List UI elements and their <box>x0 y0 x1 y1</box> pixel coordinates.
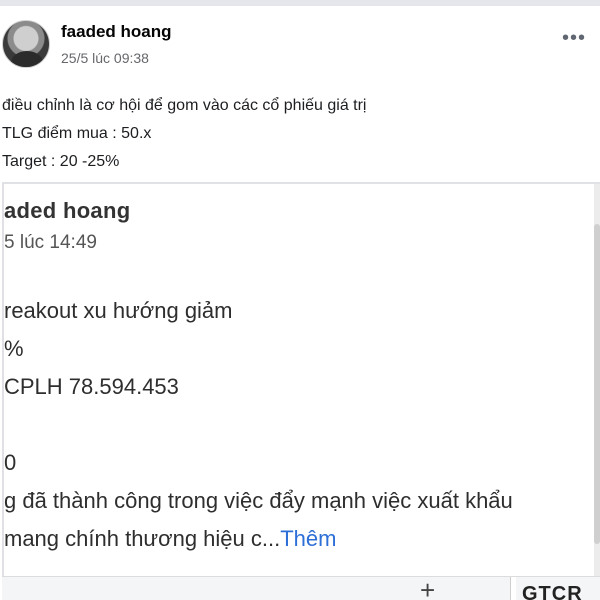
shared-post-line: % <box>4 336 24 361</box>
shared-post-timestamp[interactable]: 5 lúc 14:49 <box>4 232 97 254</box>
shared-post-card[interactable]: aded hoang 5 lúc 14:49 reakout xu hướng … <box>2 182 600 600</box>
plus-icon[interactable]: + <box>420 577 435 600</box>
shared-post-body: reakout xu hướng giảm % CPLH 78.594.453 … <box>4 290 600 558</box>
see-more-link[interactable]: Thêm <box>280 526 336 551</box>
post-header: faaded hoang 25/5 lúc 09:38 ••• <box>0 12 600 72</box>
post-author-name[interactable]: faaded hoang <box>61 22 172 42</box>
post-line: điều chỉnh là cơ hội để gom vào các cổ p… <box>2 97 367 114</box>
post-line: Target : 20 -25% <box>2 153 120 170</box>
post-timestamp[interactable]: 25/5 lúc 09:38 <box>61 50 149 66</box>
shared-post-author[interactable]: aded hoang <box>4 198 130 224</box>
more-options-icon[interactable]: ••• <box>558 28 590 56</box>
shared-post-line <box>4 406 600 444</box>
toolbar-separator <box>510 577 516 600</box>
post-line: TLG điểm mua : 50.x <box>2 125 152 142</box>
shared-post-line-last: mang chính thương hiệu c...Thêm <box>4 520 600 558</box>
author-avatar[interactable] <box>2 20 50 68</box>
scrollbar-thumb[interactable] <box>594 224 600 544</box>
post-body: điều chỉnh là cơ hội để gom vào các cổ p… <box>2 92 592 176</box>
shared-post-line: reakout xu hướng giảm <box>4 298 233 323</box>
shared-post-line: CPLH 78.594.453 <box>4 374 179 399</box>
shared-post-line-text: mang chính thương hiệu c... <box>4 526 281 551</box>
scrollbar[interactable] <box>594 184 600 600</box>
shared-post-line: 0 <box>4 450 17 475</box>
shared-post-line: g đã thành công trong việc đẩy mạnh việc… <box>4 488 513 513</box>
feed-divider <box>0 0 600 6</box>
bottom-code-label: GTCR <box>522 583 583 600</box>
bottom-toolbar: + GTCR <box>2 576 600 600</box>
